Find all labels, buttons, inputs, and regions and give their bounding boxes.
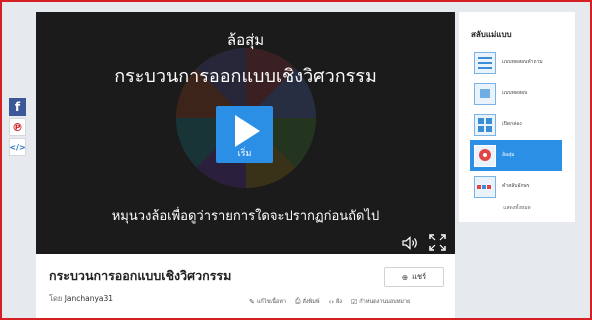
instructions-text: หมุนวงล้อเพื่อดูว่ารายการใดจะปรากฏก่อนถั… xyxy=(111,209,380,224)
activity-stage[interactable]: ล้อสุ่ม กระบวนการออกแบบเชิงวิศวกรรม เริ่… xyxy=(36,12,455,254)
share-icon: ⊕ xyxy=(401,272,409,282)
pinterest-glyph: ℗ xyxy=(12,120,23,134)
embed-glyph: </> xyxy=(9,142,26,152)
assign-label: กำหนดงานมอบหมาย xyxy=(359,298,411,305)
share-label: แชร์ xyxy=(412,272,427,281)
activity-name: กระบวนการออกแบบเชิงวิศวกรรม xyxy=(114,66,377,87)
print-icon: ⎙ xyxy=(294,297,301,305)
start-button[interactable]: เริ่ม xyxy=(216,106,273,163)
action-bar: ✎ แก้ไขเนื้อหา ⎙ สั่งพิมพ์ ‹› ฝัง ☑ กำหน… xyxy=(249,297,410,306)
match-icon xyxy=(474,82,496,105)
edit-content-label: แก้ไขเนื้อหา xyxy=(256,298,286,305)
author-prefix: โดย xyxy=(49,294,63,303)
print-label: สั่งพิมพ์ xyxy=(302,298,320,305)
template-item-quiz[interactable]: แบบทดสอบคำถาม xyxy=(472,47,562,78)
embed-label: ฝัง xyxy=(336,298,342,305)
embed-icon[interactable]: </> xyxy=(9,138,26,156)
activity-title: กระบวนการออกแบบเชิงวิศวกรรม xyxy=(49,268,232,283)
embed-icon: ‹› xyxy=(328,297,335,306)
facebook-icon[interactable]: f xyxy=(9,98,26,116)
embed-button[interactable]: ‹› ฝัง xyxy=(328,297,342,306)
start-label: เริ่ม xyxy=(237,149,252,159)
edit-content-button[interactable]: ✎ แก้ไขเนื้อหา xyxy=(249,297,286,306)
template-item-match[interactable]: แบบทดสอบ xyxy=(472,78,562,109)
pencil-icon: ✎ xyxy=(249,297,255,306)
wheel-icon xyxy=(474,144,496,167)
template-title: ล้อสุ่ม xyxy=(226,31,265,49)
sound-icon[interactable] xyxy=(402,236,418,250)
activity-card: ล้อสุ่ม กระบวนการออกแบบเชิงวิศวกรรม เริ่… xyxy=(36,12,455,318)
template-label-random-wheel: ล้อสุ่ม xyxy=(502,152,515,158)
template-label-quiz: แบบทดสอบคำถาม xyxy=(502,59,543,65)
facebook-glyph: f xyxy=(14,100,21,114)
template-label-match: แบบทดสอบ xyxy=(502,90,528,96)
play-icon xyxy=(235,115,260,147)
switch-template-panel: สลับแม่แบบ แบบทดสอบคำถาม แบบทดสอบ เปิดกล xyxy=(459,12,575,222)
checkbox-icon: ☑ xyxy=(351,297,358,306)
template-item-random-wheel[interactable]: ล้อสุ่ม xyxy=(470,140,562,171)
share-button[interactable]: ⊕ แชร์ xyxy=(384,267,444,287)
anagram-icon xyxy=(474,175,496,198)
template-label-open-box: เปิดกล่อง xyxy=(502,121,522,127)
boxes-icon xyxy=(474,113,496,136)
fullscreen-icon[interactable] xyxy=(429,234,446,251)
switch-template-title: สลับแม่แบบ xyxy=(471,30,512,39)
author-name[interactable]: Janchanya31 xyxy=(65,294,113,303)
assign-button[interactable]: ☑ กำหนดงานมอบหมาย xyxy=(351,297,410,306)
quiz-icon xyxy=(474,51,496,74)
template-item-anagram[interactable]: คำสลับอักษร xyxy=(472,171,562,202)
activity-info: กระบวนการออกแบบเชิงวิศวกรรม ⊕ แชร์ โดย J… xyxy=(36,254,455,318)
print-button[interactable]: ⎙ สั่งพิมพ์ xyxy=(295,297,320,306)
template-label-anagram: คำสลับอักษร xyxy=(502,183,530,189)
share-sidebar: f ℗ </> xyxy=(9,98,26,158)
author-line: โดย Janchanya31 xyxy=(49,293,113,305)
template-item-open-box[interactable]: เปิดกล่อง xyxy=(472,109,562,140)
pinterest-icon[interactable]: ℗ xyxy=(9,118,26,136)
show-all-link[interactable]: แสดงทั้งหมด xyxy=(459,204,575,212)
template-list: แบบทดสอบคำถาม แบบทดสอบ เปิดกล่อง ล้อสุ่ม xyxy=(470,47,562,202)
